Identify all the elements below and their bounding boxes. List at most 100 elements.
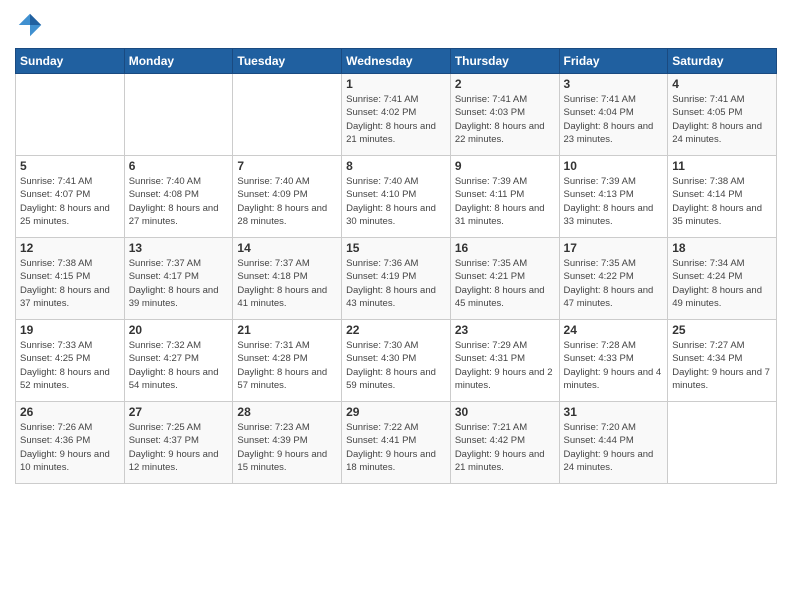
- day-cell: 14 Sunrise: 7:37 AM Sunset: 4:18 PM Dayli…: [233, 238, 342, 320]
- day-info: Sunrise: 7:37 AM Sunset: 4:17 PM Dayligh…: [129, 257, 229, 310]
- day-cell: 2 Sunrise: 7:41 AM Sunset: 4:03 PM Daylig…: [450, 74, 559, 156]
- day-cell: 5Sunrise: 7:41 AM Sunset: 4:07 PM Daylig…: [16, 156, 125, 238]
- day-cell: 10 Sunrise: 7:39 AM Sunset: 4:13 PM Dayli…: [559, 156, 668, 238]
- day-number: 11: [672, 159, 772, 173]
- day-info: Sunrise: 7:41 AM Sunset: 4:07 PM Dayligh…: [20, 175, 120, 228]
- weekday-thursday: Thursday: [450, 49, 559, 74]
- day-info: Sunrise: 7:22 AM Sunset: 4:41 PM Dayligh…: [346, 421, 446, 474]
- weekday-saturday: Saturday: [668, 49, 777, 74]
- day-number: 23: [455, 323, 555, 337]
- day-number: 24: [564, 323, 664, 337]
- day-cell: 7 Sunrise: 7:40 AM Sunset: 4:09 PM Daylig…: [233, 156, 342, 238]
- day-info: Sunrise: 7:38 AM Sunset: 4:14 PM Dayligh…: [672, 175, 772, 228]
- day-cell: [233, 74, 342, 156]
- day-info: Sunrise: 7:34 AM Sunset: 4:24 PM Dayligh…: [672, 257, 772, 310]
- day-info: Sunrise: 7:31 AM Sunset: 4:28 PM Dayligh…: [237, 339, 337, 392]
- day-cell: 20 Sunrise: 7:32 AM Sunset: 4:27 PM Dayli…: [124, 320, 233, 402]
- day-cell: 23 Sunrise: 7:29 AM Sunset: 4:31 PM Dayli…: [450, 320, 559, 402]
- day-info: Sunrise: 7:39 AM Sunset: 4:11 PM Dayligh…: [455, 175, 555, 228]
- day-number: 30: [455, 405, 555, 419]
- day-cell: 30 Sunrise: 7:21 AM Sunset: 4:42 PM Dayli…: [450, 402, 559, 484]
- day-info: Sunrise: 7:35 AM Sunset: 4:21 PM Dayligh…: [455, 257, 555, 310]
- weekday-header-row: SundayMondayTuesdayWednesdayThursdayFrid…: [16, 49, 777, 74]
- day-info: Sunrise: 7:25 AM Sunset: 4:37 PM Dayligh…: [129, 421, 229, 474]
- day-info: Sunrise: 7:26 AM Sunset: 4:36 PM Dayligh…: [20, 421, 120, 474]
- day-info: Sunrise: 7:41 AM Sunset: 4:02 PM Dayligh…: [346, 93, 446, 146]
- day-cell: 21 Sunrise: 7:31 AM Sunset: 4:28 PM Dayli…: [233, 320, 342, 402]
- weekday-monday: Monday: [124, 49, 233, 74]
- day-cell: [668, 402, 777, 484]
- day-info: Sunrise: 7:38 AM Sunset: 4:15 PM Dayligh…: [20, 257, 120, 310]
- day-cell: [16, 74, 125, 156]
- weekday-friday: Friday: [559, 49, 668, 74]
- day-number: 14: [237, 241, 337, 255]
- day-cell: 18 Sunrise: 7:34 AM Sunset: 4:24 PM Dayli…: [668, 238, 777, 320]
- day-number: 22: [346, 323, 446, 337]
- day-number: 12: [20, 241, 120, 255]
- day-number: 18: [672, 241, 772, 255]
- weekday-sunday: Sunday: [16, 49, 125, 74]
- day-info: Sunrise: 7:39 AM Sunset: 4:13 PM Dayligh…: [564, 175, 664, 228]
- day-number: 27: [129, 405, 229, 419]
- day-number: 13: [129, 241, 229, 255]
- day-number: 21: [237, 323, 337, 337]
- day-cell: 26 Sunrise: 7:26 AM Sunset: 4:36 PM Dayli…: [16, 402, 125, 484]
- day-info: Sunrise: 7:41 AM Sunset: 4:03 PM Dayligh…: [455, 93, 555, 146]
- day-number: 20: [129, 323, 229, 337]
- day-info: Sunrise: 7:36 AM Sunset: 4:19 PM Dayligh…: [346, 257, 446, 310]
- day-info: Sunrise: 7:23 AM Sunset: 4:39 PM Dayligh…: [237, 421, 337, 474]
- day-number: 7: [237, 159, 337, 173]
- day-info: Sunrise: 7:40 AM Sunset: 4:10 PM Dayligh…: [346, 175, 446, 228]
- day-number: 9: [455, 159, 555, 173]
- day-info: Sunrise: 7:32 AM Sunset: 4:27 PM Dayligh…: [129, 339, 229, 392]
- day-info: Sunrise: 7:37 AM Sunset: 4:18 PM Dayligh…: [237, 257, 337, 310]
- day-info: Sunrise: 7:27 AM Sunset: 4:34 PM Dayligh…: [672, 339, 772, 392]
- day-cell: 8 Sunrise: 7:40 AM Sunset: 4:10 PM Daylig…: [342, 156, 451, 238]
- day-info: Sunrise: 7:28 AM Sunset: 4:33 PM Dayligh…: [564, 339, 664, 392]
- day-number: 19: [20, 323, 120, 337]
- day-cell: 15Sunrise: 7:36 AM Sunset: 4:19 PM Dayli…: [342, 238, 451, 320]
- day-info: Sunrise: 7:33 AM Sunset: 4:25 PM Dayligh…: [20, 339, 120, 392]
- day-cell: 9 Sunrise: 7:39 AM Sunset: 4:11 PM Daylig…: [450, 156, 559, 238]
- day-number: 16: [455, 241, 555, 255]
- day-cell: [124, 74, 233, 156]
- day-cell: 24 Sunrise: 7:28 AM Sunset: 4:33 PM Dayli…: [559, 320, 668, 402]
- day-info: Sunrise: 7:20 AM Sunset: 4:44 PM Dayligh…: [564, 421, 664, 474]
- day-cell: 25 Sunrise: 7:27 AM Sunset: 4:34 PM Dayli…: [668, 320, 777, 402]
- day-number: 25: [672, 323, 772, 337]
- week-row-3: 12 Sunrise: 7:38 AM Sunset: 4:15 PM Dayli…: [16, 238, 777, 320]
- day-cell: 4Sunrise: 7:41 AM Sunset: 4:05 PM Daylig…: [668, 74, 777, 156]
- day-number: 6: [129, 159, 229, 173]
- day-number: 4: [672, 77, 772, 91]
- day-cell: 12 Sunrise: 7:38 AM Sunset: 4:15 PM Dayli…: [16, 238, 125, 320]
- day-info: Sunrise: 7:35 AM Sunset: 4:22 PM Dayligh…: [564, 257, 664, 310]
- day-number: 8: [346, 159, 446, 173]
- header: [15, 10, 777, 40]
- day-number: 10: [564, 159, 664, 173]
- day-info: Sunrise: 7:21 AM Sunset: 4:42 PM Dayligh…: [455, 421, 555, 474]
- day-info: Sunrise: 7:40 AM Sunset: 4:09 PM Dayligh…: [237, 175, 337, 228]
- weekday-wednesday: Wednesday: [342, 49, 451, 74]
- week-row-4: 19 Sunrise: 7:33 AM Sunset: 4:25 PM Dayli…: [16, 320, 777, 402]
- logo: [15, 10, 49, 40]
- day-info: Sunrise: 7:29 AM Sunset: 4:31 PM Dayligh…: [455, 339, 555, 392]
- day-cell: 16 Sunrise: 7:35 AM Sunset: 4:21 PM Dayli…: [450, 238, 559, 320]
- day-cell: 27 Sunrise: 7:25 AM Sunset: 4:37 PM Dayli…: [124, 402, 233, 484]
- day-info: Sunrise: 7:41 AM Sunset: 4:04 PM Dayligh…: [564, 93, 664, 146]
- day-number: 29: [346, 405, 446, 419]
- day-cell: 28 Sunrise: 7:23 AM Sunset: 4:39 PM Dayli…: [233, 402, 342, 484]
- day-cell: 13 Sunrise: 7:37 AM Sunset: 4:17 PM Dayli…: [124, 238, 233, 320]
- weekday-tuesday: Tuesday: [233, 49, 342, 74]
- calendar-table: SundayMondayTuesdayWednesdayThursdayFrid…: [15, 48, 777, 484]
- week-row-2: 5Sunrise: 7:41 AM Sunset: 4:07 PM Daylig…: [16, 156, 777, 238]
- page-container: SundayMondayTuesdayWednesdayThursdayFrid…: [0, 0, 792, 612]
- day-number: 2: [455, 77, 555, 91]
- day-number: 17: [564, 241, 664, 255]
- day-cell: 3Sunrise: 7:41 AM Sunset: 4:04 PM Daylig…: [559, 74, 668, 156]
- week-row-1: 1Sunrise: 7:41 AM Sunset: 4:02 PM Daylig…: [16, 74, 777, 156]
- day-cell: 6Sunrise: 7:40 AM Sunset: 4:08 PM Daylig…: [124, 156, 233, 238]
- day-number: 31: [564, 405, 664, 419]
- day-number: 28: [237, 405, 337, 419]
- logo-icon: [15, 10, 45, 40]
- day-number: 26: [20, 405, 120, 419]
